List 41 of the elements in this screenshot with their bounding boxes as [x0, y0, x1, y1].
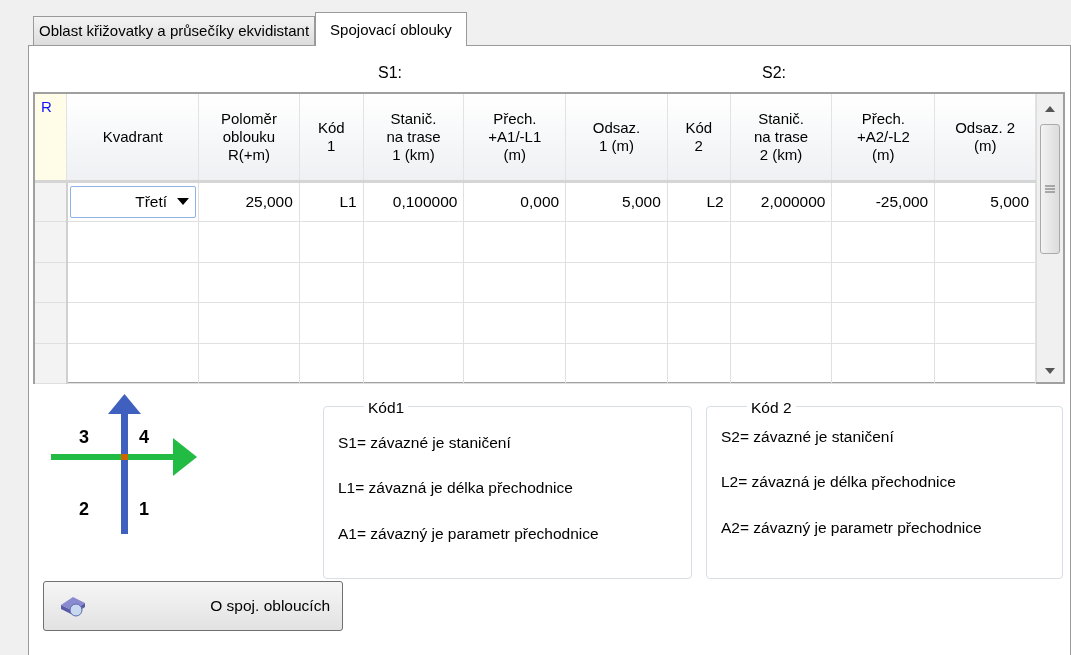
legend-line: S2= závazné je staničení	[721, 427, 895, 447]
quadrant-number: 1	[139, 498, 149, 521]
scroll-up-icon[interactable]	[1044, 104, 1057, 114]
table-cell: 5,000	[565, 181, 668, 222]
grip-icon	[1045, 184, 1056, 194]
table-cell: 0,000	[463, 181, 566, 222]
table-cell: -25,000	[832, 181, 935, 222]
legend-line: S1= závazné je staničení	[338, 433, 512, 453]
quadrant-dropdown[interactable]: Třetí	[69, 185, 197, 218]
legend-line: L2= závazná je délka přechodnice	[721, 472, 957, 493]
column-header[interactable]: Kvadrant	[66, 94, 199, 181]
caret-icon	[177, 198, 190, 206]
tab[interactable]: Oblast křižovatky a průsečíky ekvidistant	[33, 16, 316, 45]
table-cell: 2,000000	[730, 181, 832, 222]
column-header[interactable]: Odsaz. 2 (m)	[934, 94, 1036, 181]
group-label: S2:	[762, 63, 787, 83]
legend-line: L1= závazná je délka přechodnice	[338, 478, 574, 499]
column-header[interactable]: Stanič. na trase 2 (km)	[730, 94, 832, 181]
table-cell: 5,000	[934, 181, 1036, 222]
quadrant-number: 2	[79, 498, 89, 521]
row-header-label: R	[35, 94, 67, 181]
column-header[interactable]: Přech. +A1/-L1 (m)	[463, 94, 566, 181]
group-label: S1:	[378, 63, 402, 83]
column-header[interactable]: Poloměr oblouku R(+m)	[198, 94, 300, 181]
scroll-down-icon[interactable]	[1044, 366, 1057, 376]
help-button[interactable]: O spoj. obloucích	[43, 581, 343, 631]
column-header[interactable]: Stanič. na trase 1 (km)	[363, 94, 464, 181]
legend-line: A2= závazný je parametr přechodnice	[721, 517, 983, 538]
quadrant-number: 3	[79, 426, 89, 449]
table-cell: L1	[299, 181, 364, 222]
table-cell: L2	[667, 181, 731, 222]
column-header[interactable]: Odsaz. 1 (m)	[565, 94, 668, 181]
table-cell: 0,100000	[363, 181, 464, 222]
legend-line: A1= závazný je parametr přechodnice	[338, 523, 600, 544]
vertical-scrollbar[interactable]	[1036, 94, 1063, 382]
quadrant-number: 4	[139, 426, 149, 449]
column-header[interactable]: Přech. +A2/-L2 (m)	[832, 94, 935, 181]
column-header[interactable]: Kód 2	[667, 94, 731, 181]
column-header[interactable]: Kód 1	[299, 94, 364, 181]
table-cell: 25,000	[198, 181, 300, 222]
tab[interactable]: Spojovací oblouky	[315, 12, 467, 46]
